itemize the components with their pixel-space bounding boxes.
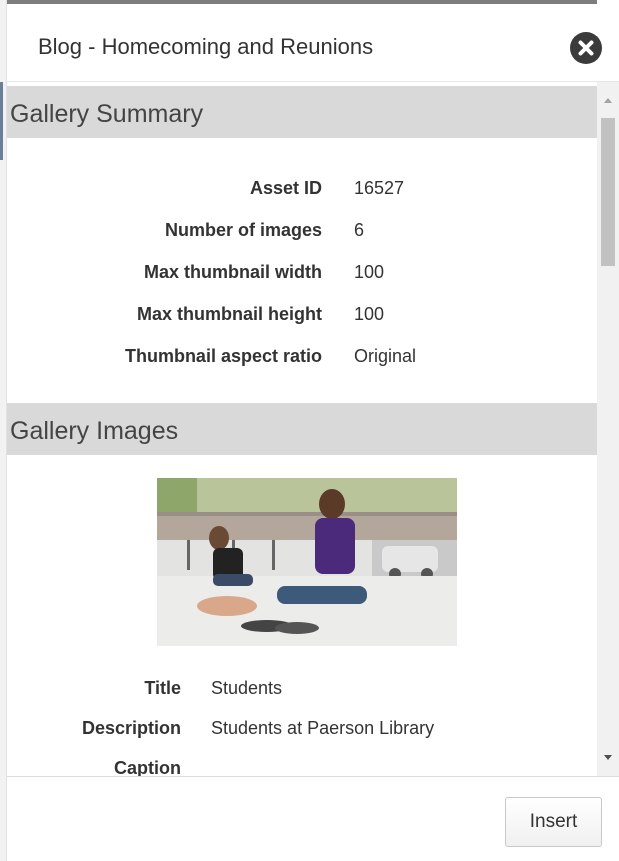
- insert-button[interactable]: Insert: [505, 797, 602, 847]
- summary-value: 6: [354, 220, 365, 240]
- dialog-content[interactable]: Gallery Summary Asset ID 16527 Number of…: [7, 82, 597, 776]
- summary-value: Original: [354, 346, 417, 366]
- image-detail-label: Caption: [114, 758, 181, 776]
- gallery-thumbnail-image: [157, 478, 457, 646]
- image-detail-label: Description: [81, 718, 181, 738]
- background-panel-accent: [0, 82, 3, 160]
- summary-label: Max thumbnail width: [144, 262, 322, 282]
- summary-value: 100: [354, 262, 385, 282]
- summary-label: Number of images: [164, 220, 322, 240]
- background-panel-edge: [0, 0, 7, 861]
- summary-label: Thumbnail aspect ratio: [124, 346, 322, 366]
- image-detail-label: Title: [144, 678, 181, 698]
- gallery-dialog: Blog - Homecoming and Reunions Gallery S…: [0, 0, 619, 861]
- image-detail-row: Caption: [7, 758, 597, 776]
- gallery-images-heading: Gallery Images: [10, 417, 179, 445]
- image-detail-value: Students: [211, 678, 283, 698]
- summary-value: 100: [354, 304, 385, 324]
- gallery-summary-header: Gallery Summary: [7, 86, 597, 138]
- content-scrollbar[interactable]: [597, 82, 619, 776]
- summary-label: Max thumbnail height: [136, 304, 322, 324]
- summary-row: Max thumbnail height 100: [7, 304, 597, 346]
- summary-value: 16527: [354, 178, 405, 198]
- summary-row: Number of images 6: [7, 220, 597, 262]
- image-detail-row: Description Students at Paerson Library: [7, 718, 597, 758]
- scrollbar-thumb[interactable]: [601, 118, 615, 266]
- summary-row: Asset ID 16527: [7, 178, 597, 220]
- summary-label: Asset ID: [249, 178, 322, 198]
- dialog-title-bar: Blog - Homecoming and Reunions: [7, 4, 619, 82]
- summary-row: Max thumbnail width 100: [7, 262, 597, 304]
- scroll-up-arrow-icon[interactable]: [597, 82, 619, 118]
- dialog-title: Blog - Homecoming and Reunions: [38, 34, 374, 59]
- close-icon[interactable]: [570, 32, 602, 64]
- gallery-summary-table: Asset ID 16527 Number of images 6 Max th…: [7, 178, 597, 388]
- summary-row: Thumbnail aspect ratio Original: [7, 346, 597, 388]
- dialog-footer: Insert: [7, 776, 619, 861]
- gallery-images-header: Gallery Images: [7, 403, 597, 455]
- image-detail-value: Students at Paerson Library: [211, 718, 435, 738]
- gallery-summary-heading: Gallery Summary: [10, 100, 204, 128]
- image-detail-row: Title Students: [7, 678, 597, 718]
- scroll-down-arrow-icon[interactable]: [597, 738, 619, 776]
